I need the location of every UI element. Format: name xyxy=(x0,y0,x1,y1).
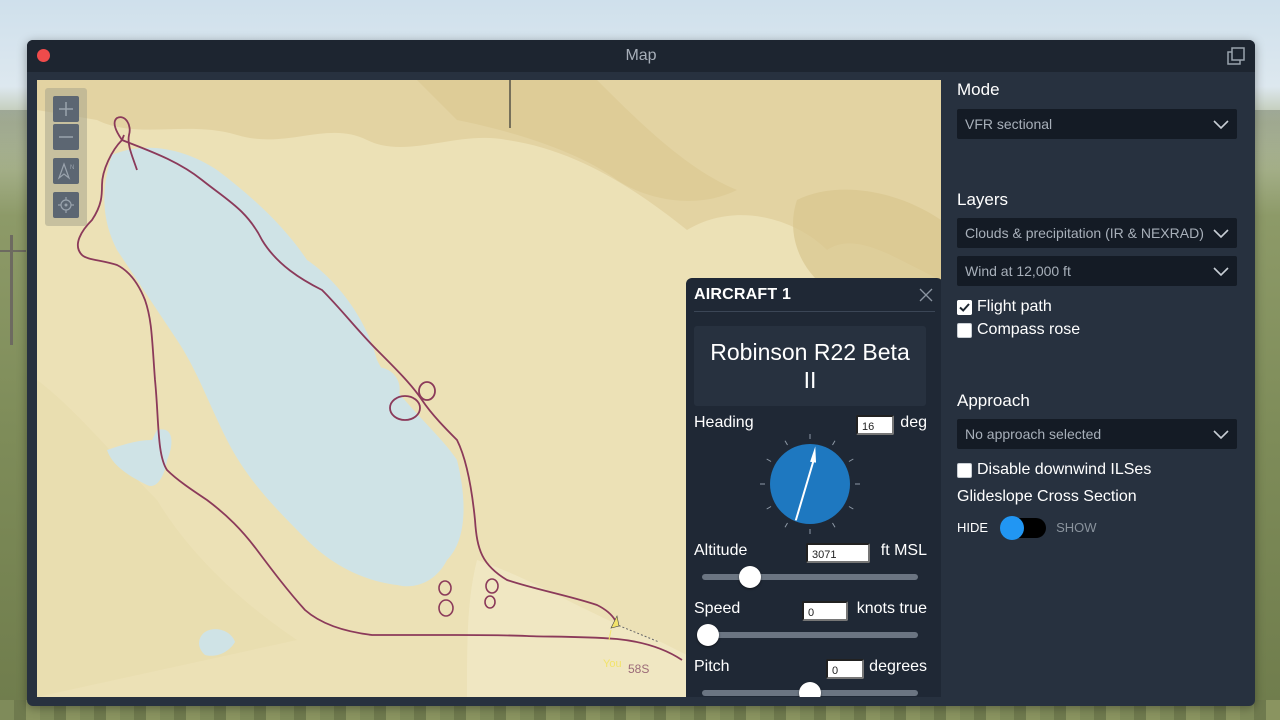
flight-path-checkbox[interactable] xyxy=(957,299,972,315)
north-arrow-icon: N xyxy=(57,162,74,180)
wind-layer-selected: Wind at 12,000 ft xyxy=(965,263,1071,279)
minus-icon xyxy=(59,136,73,138)
disable-downwind-option[interactable]: Disable downwind ILSes xyxy=(957,461,1151,479)
speed-label: Speed xyxy=(694,600,741,617)
compass-rose-checkbox[interactable] xyxy=(957,322,972,338)
you-label: You xyxy=(603,658,622,670)
compass-tick xyxy=(832,440,836,446)
aircraft-panel-title: AIRCRAFT 1 xyxy=(694,286,792,303)
airport-code-label: 58S xyxy=(628,662,650,676)
checkmark-icon xyxy=(957,299,972,315)
hide-label: HIDE xyxy=(957,519,989,535)
compass-tick xyxy=(832,522,836,528)
chevron-down-icon xyxy=(1213,430,1229,440)
window-title: Map xyxy=(625,47,657,64)
clouds-layer-dropdown[interactable]: Clouds & precipitation (IR & NEXRAD) xyxy=(957,218,1237,248)
pitch-slider[interactable] xyxy=(702,682,918,697)
mode-title: Mode xyxy=(957,80,1000,99)
compass-tick xyxy=(766,506,772,510)
toggle-knob[interactable] xyxy=(1000,516,1025,540)
speed-slider-thumb[interactable] xyxy=(697,624,719,646)
aircraft-model: Robinson R22 Beta II xyxy=(694,326,926,406)
map-window: Map N You 58S AIRCRAFT 1 Robinson R22 Be… xyxy=(27,40,1255,706)
speed-input[interactable] xyxy=(802,601,848,621)
zoom-in-button[interactable] xyxy=(53,96,79,122)
clouds-layer-selected: Clouds & precipitation (IR & NEXRAD) xyxy=(965,225,1204,241)
aircraft-panel: AIRCRAFT 1 Robinson R22 Beta II Heading … xyxy=(686,278,941,697)
compass-tick xyxy=(848,458,854,462)
altitude-label: Altitude xyxy=(694,542,748,559)
altitude-slider-thumb[interactable] xyxy=(738,566,761,588)
compass-rose-option[interactable]: Compass rose xyxy=(957,321,1080,339)
pitch-unit: degrees xyxy=(869,658,927,675)
compass-rose-label: Compass rose xyxy=(977,321,1081,338)
crosshair-icon xyxy=(58,197,74,213)
map-toolbar: N xyxy=(45,88,87,226)
compass-tick xyxy=(784,522,788,528)
heading-unit: deg xyxy=(900,414,927,431)
mode-dropdown[interactable]: VFR sectional xyxy=(957,109,1237,139)
altitude-unit: ft MSL xyxy=(880,542,927,559)
approach-dropdown[interactable]: No approach selected xyxy=(957,419,1237,449)
pitch-label: Pitch xyxy=(694,658,730,675)
chevron-down-icon xyxy=(1213,267,1229,277)
chevron-down-icon xyxy=(1213,229,1229,239)
heading-compass[interactable] xyxy=(758,432,862,536)
glideslope-toggle[interactable] xyxy=(1000,516,1047,540)
chevron-down-icon xyxy=(1213,120,1229,130)
aircraft-panel-header: AIRCRAFT 1 xyxy=(694,286,935,312)
mode-selected: VFR sectional xyxy=(965,116,1053,132)
altitude-slider[interactable] xyxy=(702,566,918,588)
map-view[interactable]: N You 58S AIRCRAFT 1 Robinson R22 Beta I… xyxy=(37,80,941,697)
approach-selected: No approach selected xyxy=(965,426,1102,442)
disable-downwind-checkbox[interactable] xyxy=(957,462,972,478)
zoom-out-button[interactable] xyxy=(53,124,79,150)
altitude-input[interactable] xyxy=(806,543,870,563)
layers-title: Layers xyxy=(957,190,1009,209)
disable-downwind-label: Disable downwind ILSes xyxy=(977,461,1152,478)
north-up-button[interactable]: N xyxy=(53,158,79,184)
pitch-slider-thumb[interactable] xyxy=(799,682,821,697)
svg-text:N: N xyxy=(70,165,74,171)
compass-tick xyxy=(766,458,772,462)
pitch-input[interactable] xyxy=(826,659,864,679)
window-titlebar[interactable]: Map xyxy=(27,40,1255,72)
plus-icon xyxy=(59,102,73,116)
popout-window-icon[interactable] xyxy=(1227,47,1245,65)
compass-tick xyxy=(784,440,788,446)
heading-label: Heading xyxy=(694,414,754,431)
window-close-button[interactable] xyxy=(37,49,50,62)
background-post-arm xyxy=(0,250,26,252)
wind-layer-dropdown[interactable]: Wind at 12,000 ft xyxy=(957,256,1237,286)
close-icon[interactable] xyxy=(919,288,933,302)
glideslope-toggle-row: HIDE SHOW xyxy=(957,516,1097,540)
speed-unit: knots true xyxy=(856,600,927,617)
speed-slider[interactable] xyxy=(697,624,918,646)
show-label: SHOW xyxy=(1056,519,1097,535)
compass-tick xyxy=(848,506,854,510)
flight-path-label: Flight path xyxy=(977,298,1052,315)
glideslope-title: Glideslope Cross Section xyxy=(957,488,1137,505)
center-on-aircraft-button[interactable] xyxy=(53,192,79,218)
flight-path-option[interactable]: Flight path xyxy=(957,298,1052,316)
approach-title: Approach xyxy=(957,391,1030,410)
